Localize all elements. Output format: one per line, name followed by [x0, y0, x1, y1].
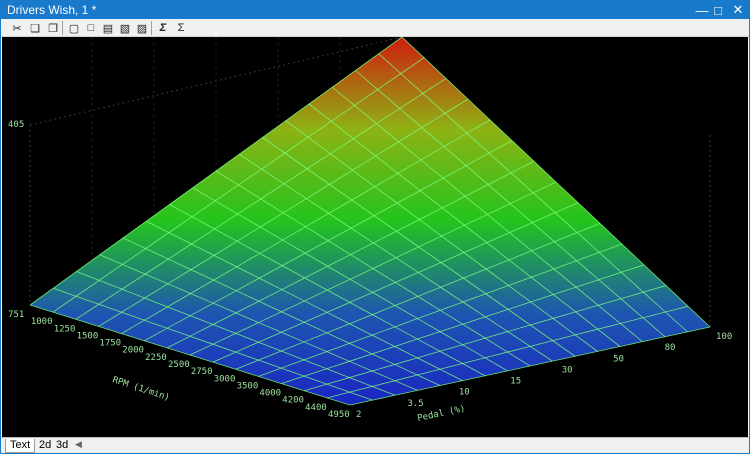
- delete-column-icon[interactable]: ▧: [117, 20, 133, 36]
- tab-text[interactable]: Text: [5, 439, 36, 453]
- rpm-tick-label: 4200: [282, 396, 304, 406]
- rpm-tick-label: 2250: [145, 353, 167, 363]
- rpm-tick-label: 1250: [54, 324, 76, 334]
- surface-plot[interactable]: 405 751 1000 1250 1500 1750 2000 2250 2500 2750 30…: [2, 37, 748, 437]
- rpm-tick-label: 3000: [214, 374, 236, 384]
- toolbar-separator: [62, 21, 63, 35]
- z-axis-tick-label: 405: [8, 120, 24, 130]
- rpm-tick-label: 4000: [259, 389, 281, 399]
- rpm-tick-label: 3500: [237, 381, 259, 391]
- rpm-tick-label: 1750: [99, 339, 121, 349]
- delete-row-icon[interactable]: ▤: [100, 20, 116, 36]
- paste-icon[interactable]: ❐: [45, 20, 61, 36]
- toolbar-separator: [151, 21, 152, 35]
- pedal-tick-label: 15: [510, 377, 521, 387]
- y-axis-title: Pedal (%): [417, 404, 467, 424]
- rpm-tick-label: 4950: [328, 410, 350, 420]
- pedal-tick-label: 30: [562, 365, 573, 375]
- pedal-tick-label: 2: [356, 410, 361, 420]
- rpm-tick-label: 4400: [305, 403, 327, 413]
- rpm-tick-label: 1500: [77, 331, 99, 341]
- app-window: Drivers Wish, 1 * — □ ✕ ✂ ❏ ❐ ▢ □ ▤ ▧ ▨ …: [0, 0, 750, 454]
- tab-3d[interactable]: 3d: [52, 439, 72, 453]
- rpm-tick-label: 2000: [122, 346, 144, 356]
- insert-row-icon[interactable]: □: [83, 20, 99, 36]
- title-bar: Drivers Wish, 1 * — □ ✕: [1, 1, 749, 19]
- window-title: Drivers Wish, 1 *: [7, 3, 97, 17]
- rpm-tick-label: 1000: [31, 317, 53, 327]
- pedal-tick-label: 10: [459, 388, 470, 398]
- pedal-tick-label: 50: [613, 354, 624, 364]
- x-axis-title: RPM (1/min): [111, 375, 171, 403]
- rpm-tick-label: 751: [8, 310, 24, 320]
- view-tab-bar: Text 2d 3d ◀: [1, 437, 749, 453]
- toolbar: ✂ ❏ ❐ ▢ □ ▤ ▧ ▨ Σ Σ: [1, 19, 749, 37]
- maximize-icon[interactable]: □: [707, 1, 729, 19]
- surface-plot-canvas: 4057511000125015001750200022502500275030…: [8, 37, 732, 424]
- pedal-tick-label: 100: [716, 332, 732, 342]
- copy-icon[interactable]: ❏: [27, 20, 43, 36]
- pedal-tick-label: 3.5: [407, 399, 423, 409]
- scroll-left-icon[interactable]: ◀: [75, 439, 82, 450]
- rpm-tick-label: 2750: [191, 367, 213, 377]
- rpm-tick-label: 2500: [168, 360, 190, 370]
- sum-edit-icon[interactable]: Σ: [155, 20, 171, 36]
- insert-column-icon[interactable]: ▨: [134, 20, 150, 36]
- pedal-tick-label: 80: [665, 343, 676, 353]
- cut-icon[interactable]: ✂: [9, 20, 25, 36]
- add-row-icon[interactable]: ▢: [66, 20, 82, 36]
- close-icon[interactable]: ✕: [727, 1, 749, 19]
- sum-icon[interactable]: Σ: [173, 20, 189, 36]
